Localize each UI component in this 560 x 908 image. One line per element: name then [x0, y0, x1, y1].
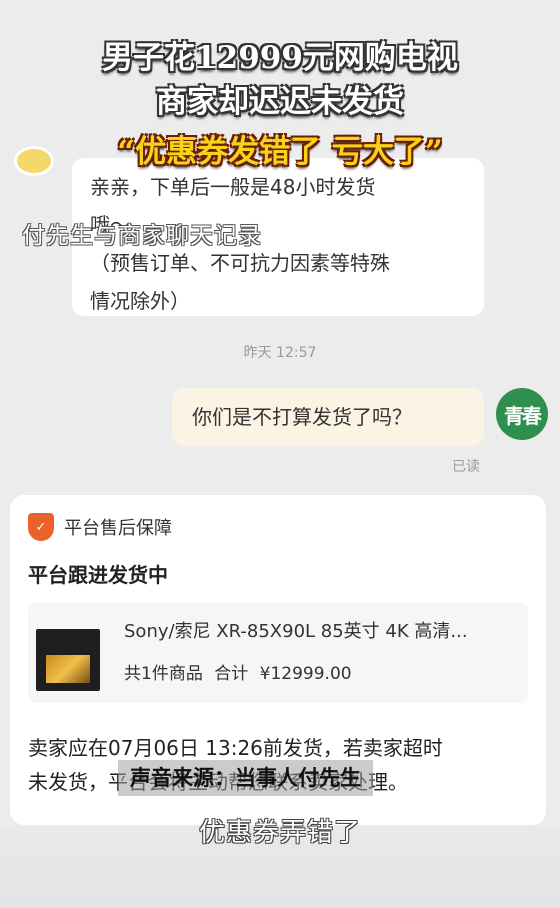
card-header-label: 平台售后保障 — [64, 518, 172, 539]
product-name: Sony/索尼 XR-85X90L 85英寸 4K 高清... — [124, 621, 468, 642]
product-thumbnail — [36, 629, 100, 691]
message-timestamp: 昨天 12:57 — [243, 345, 317, 361]
read-status: 已读 — [452, 459, 480, 475]
video-subtitle: 优惠券弄错了 — [198, 818, 361, 848]
product-count: 共1件商品 — [124, 664, 203, 684]
card-title: 平台跟进发货中 — [28, 563, 168, 587]
product-summary[interactable]: Sony/索尼 XR-85X90L 85英寸 4K 高清... 共1件商品 合计… — [28, 603, 528, 703]
user-avatar[interactable]: 青春 — [496, 388, 548, 440]
product-total-label: 合计 — [214, 664, 249, 684]
shield-icon: ✓ — [28, 513, 54, 541]
user-message-bubble: 你们是不打算发货了吗？ — [172, 388, 484, 446]
merchant-message-line: 情况除外） — [90, 289, 190, 313]
chat-record-caption: 付先生与商家聊天记录 — [22, 223, 262, 249]
headline-line-1: 男子花12999元网购电视 — [102, 40, 458, 76]
audio-source-label: 声音来源：当事人付先生 — [118, 760, 373, 796]
headline-quote: “优惠券发错了 亏大了” — [117, 134, 443, 170]
merchant-message-line: 亲亲，下单后一般是48小时发货 — [90, 175, 376, 199]
product-total-price: ¥12999.00 — [259, 664, 352, 684]
screen: 亲亲，下单后一般是48小时发货 哦～ （预售订单、不可抗力因素等特殊 情况除外）… — [0, 0, 560, 908]
card-header: ✓ 平台售后保障 — [28, 513, 172, 541]
headline-line-2: 商家却迟迟未发货 — [156, 84, 404, 120]
product-meta: 共1件商品 合计 ¥12999.00 — [124, 659, 358, 684]
